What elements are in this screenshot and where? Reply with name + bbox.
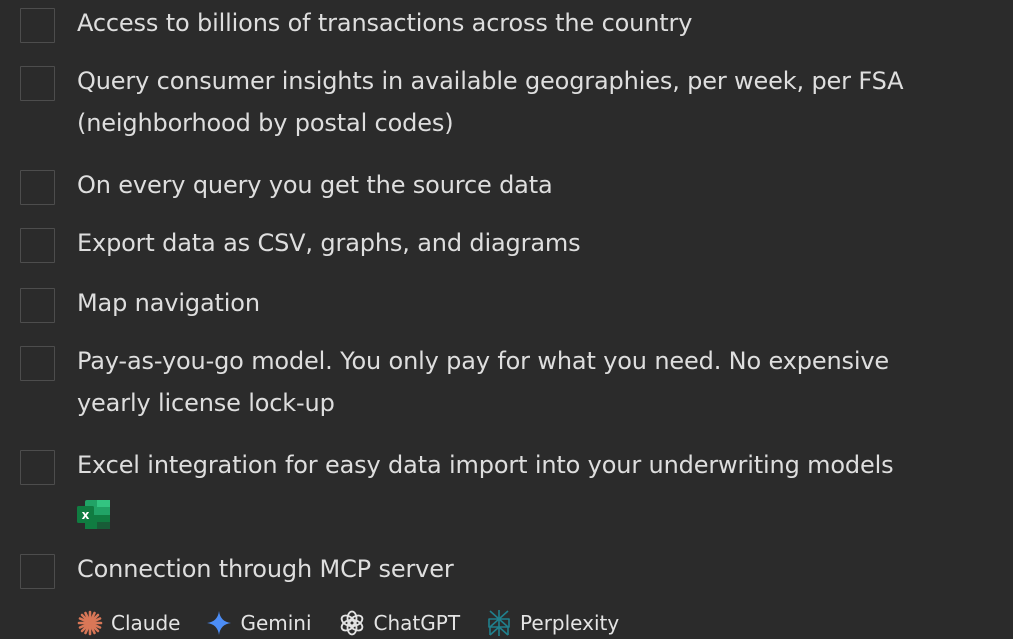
item-line: Connection through MCP server	[77, 555, 454, 583]
item-line: (neighborhood by postal codes)	[77, 109, 454, 137]
item-line: Access to billions of transactions acros…	[77, 9, 693, 37]
integration-label: ChatGPT	[373, 611, 461, 635]
checkbox[interactable]	[20, 450, 55, 485]
chatgpt-icon	[340, 610, 363, 636]
item-text: Connection through MCP server	[77, 548, 1013, 590]
item-line: yearly license lock-up	[77, 389, 335, 417]
checkbox[interactable]	[20, 228, 55, 263]
item-text: Query consumer insights in available geo…	[77, 60, 1013, 144]
integration-label: Perplexity	[520, 611, 620, 635]
checkbox[interactable]	[20, 288, 55, 323]
item-text: On every query you get the source data	[77, 164, 1013, 206]
integration-label: Gemini	[240, 611, 312, 635]
checkbox[interactable]	[20, 66, 55, 101]
excel-icon: x	[77, 500, 110, 529]
claude-icon	[77, 610, 103, 636]
item-text: Export data as CSV, graphs, and diagrams	[77, 222, 1013, 264]
feature-checklist: Access to billions of transactions acros…	[20, 0, 1013, 639]
svg-text:x: x	[82, 508, 90, 522]
item-text: Pay-as-you-go model. You only pay for wh…	[77, 340, 1013, 424]
integration-logos: Claude Gemini ChatGPT Perplexity	[77, 607, 645, 639]
integration-claude[interactable]: Claude	[77, 610, 180, 636]
item-line: Query consumer insights in available geo…	[77, 67, 904, 95]
checkbox[interactable]	[20, 8, 55, 43]
checkbox[interactable]	[20, 170, 55, 205]
perplexity-icon	[488, 610, 510, 636]
integration-perplexity[interactable]: Perplexity	[486, 609, 619, 637]
item-line: Map navigation	[77, 289, 260, 317]
checkbox[interactable]	[20, 346, 55, 381]
item-text: Map navigation	[77, 282, 1013, 324]
integration-gemini[interactable]: Gemini	[206, 610, 312, 636]
checkbox[interactable]	[20, 554, 55, 589]
item-text: Excel integration for easy data import i…	[77, 444, 1013, 486]
item-text: Access to billions of transactions acros…	[77, 2, 1013, 44]
item-line: On every query you get the source data	[77, 171, 553, 199]
item-line: Excel integration for easy data import i…	[77, 451, 894, 479]
integration-chatgpt[interactable]: ChatGPT	[338, 609, 461, 637]
integration-label: Claude	[111, 611, 181, 635]
item-line: Pay-as-you-go model. You only pay for wh…	[77, 347, 890, 375]
gemini-icon	[207, 611, 232, 635]
item-line: Export data as CSV, graphs, and diagrams	[77, 229, 581, 257]
